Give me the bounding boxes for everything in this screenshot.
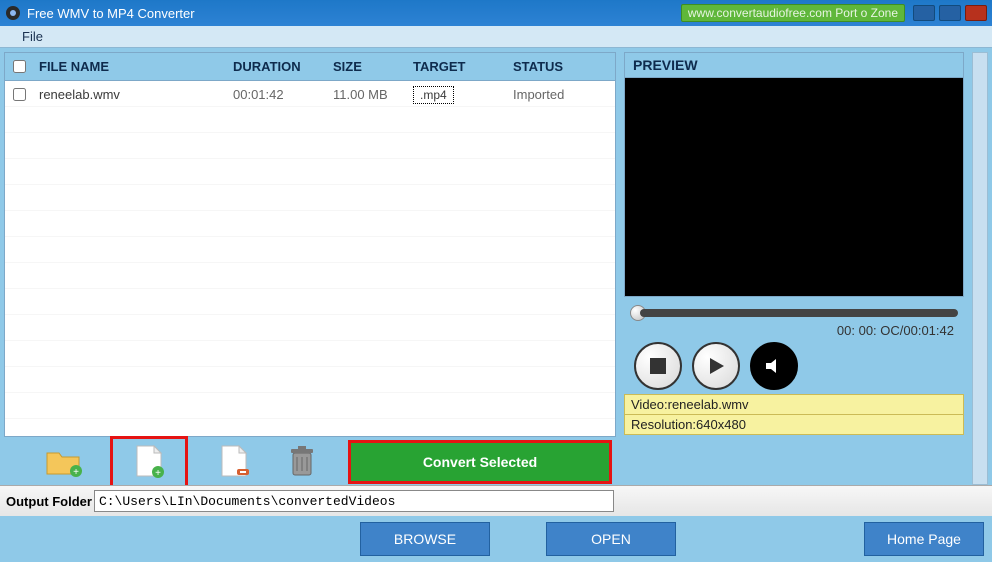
add-folder-button[interactable]: + <box>44 442 84 482</box>
preview-video-label: Video:reneelab.wmv <box>624 394 964 414</box>
table-header: FILE NAME DURATION SIZE TARGET STATUS <box>5 53 615 81</box>
cell-target[interactable]: .mp4 <box>413 86 454 104</box>
stop-button[interactable] <box>634 342 682 390</box>
select-all-checkbox[interactable] <box>13 60 26 73</box>
cell-status: Imported <box>503 87 615 102</box>
convert-selected-button[interactable]: Convert Selected <box>350 442 610 482</box>
play-button[interactable] <box>692 342 740 390</box>
home-page-button[interactable]: Home Page <box>864 522 984 556</box>
remove-file-button[interactable] <box>214 442 254 482</box>
menu-bar: File <box>0 26 992 48</box>
col-status-header[interactable]: STATUS <box>503 59 615 74</box>
svg-text:+: + <box>155 468 161 479</box>
col-filename-header[interactable]: FILE NAME <box>33 59 233 74</box>
app-icon <box>5 5 21 21</box>
window-title: Free WMV to MP4 Converter <box>27 6 195 21</box>
time-display: 00: 00: OC/00:01:42 <box>624 321 964 342</box>
seek-track[interactable] <box>640 309 958 317</box>
cell-size: 11.00 MB <box>333 87 413 102</box>
cell-duration: 00:01:42 <box>233 87 333 102</box>
open-button[interactable]: OPEN <box>546 522 676 556</box>
row-checkbox[interactable] <box>13 88 26 101</box>
add-file-button[interactable]: + <box>112 438 186 485</box>
menu-file[interactable]: File <box>14 27 51 46</box>
preview-resolution-label: Resolution:640x480 <box>624 414 964 435</box>
file-table: FILE NAME DURATION SIZE TARGET STATUS re… <box>4 52 616 437</box>
table-row[interactable]: reneelab.wmv 00:01:42 11.00 MB .mp4 Impo… <box>5 81 615 107</box>
title-bar: Free WMV to MP4 Converter www.convertaud… <box>0 0 992 26</box>
minimize-button[interactable] <box>913 5 935 21</box>
output-folder-input[interactable] <box>94 490 614 512</box>
output-folder-label: Output Folder <box>6 494 92 509</box>
mute-button[interactable] <box>750 342 798 390</box>
delete-button[interactable] <box>282 442 322 482</box>
preview-viewport <box>624 77 964 297</box>
svg-text:+: + <box>73 467 79 477</box>
col-size-header[interactable]: SIZE <box>333 59 413 74</box>
browse-button[interactable]: BROWSE <box>360 522 490 556</box>
vertical-scrollbar[interactable] <box>972 52 988 485</box>
toolbar: + + Convert Selected <box>4 437 616 485</box>
output-folder-row: Output Folder <box>0 485 992 516</box>
close-button[interactable] <box>965 5 987 21</box>
maximize-button[interactable] <box>939 5 961 21</box>
seek-bar[interactable] <box>624 297 964 321</box>
cell-filename: reneelab.wmv <box>33 87 233 102</box>
ad-banner[interactable]: www.convertaudiofree.com Port o Zone <box>681 4 905 22</box>
col-duration-header[interactable]: DURATION <box>233 59 333 74</box>
preview-title: PREVIEW <box>633 57 698 73</box>
col-target-header[interactable]: TARGET <box>413 59 503 74</box>
